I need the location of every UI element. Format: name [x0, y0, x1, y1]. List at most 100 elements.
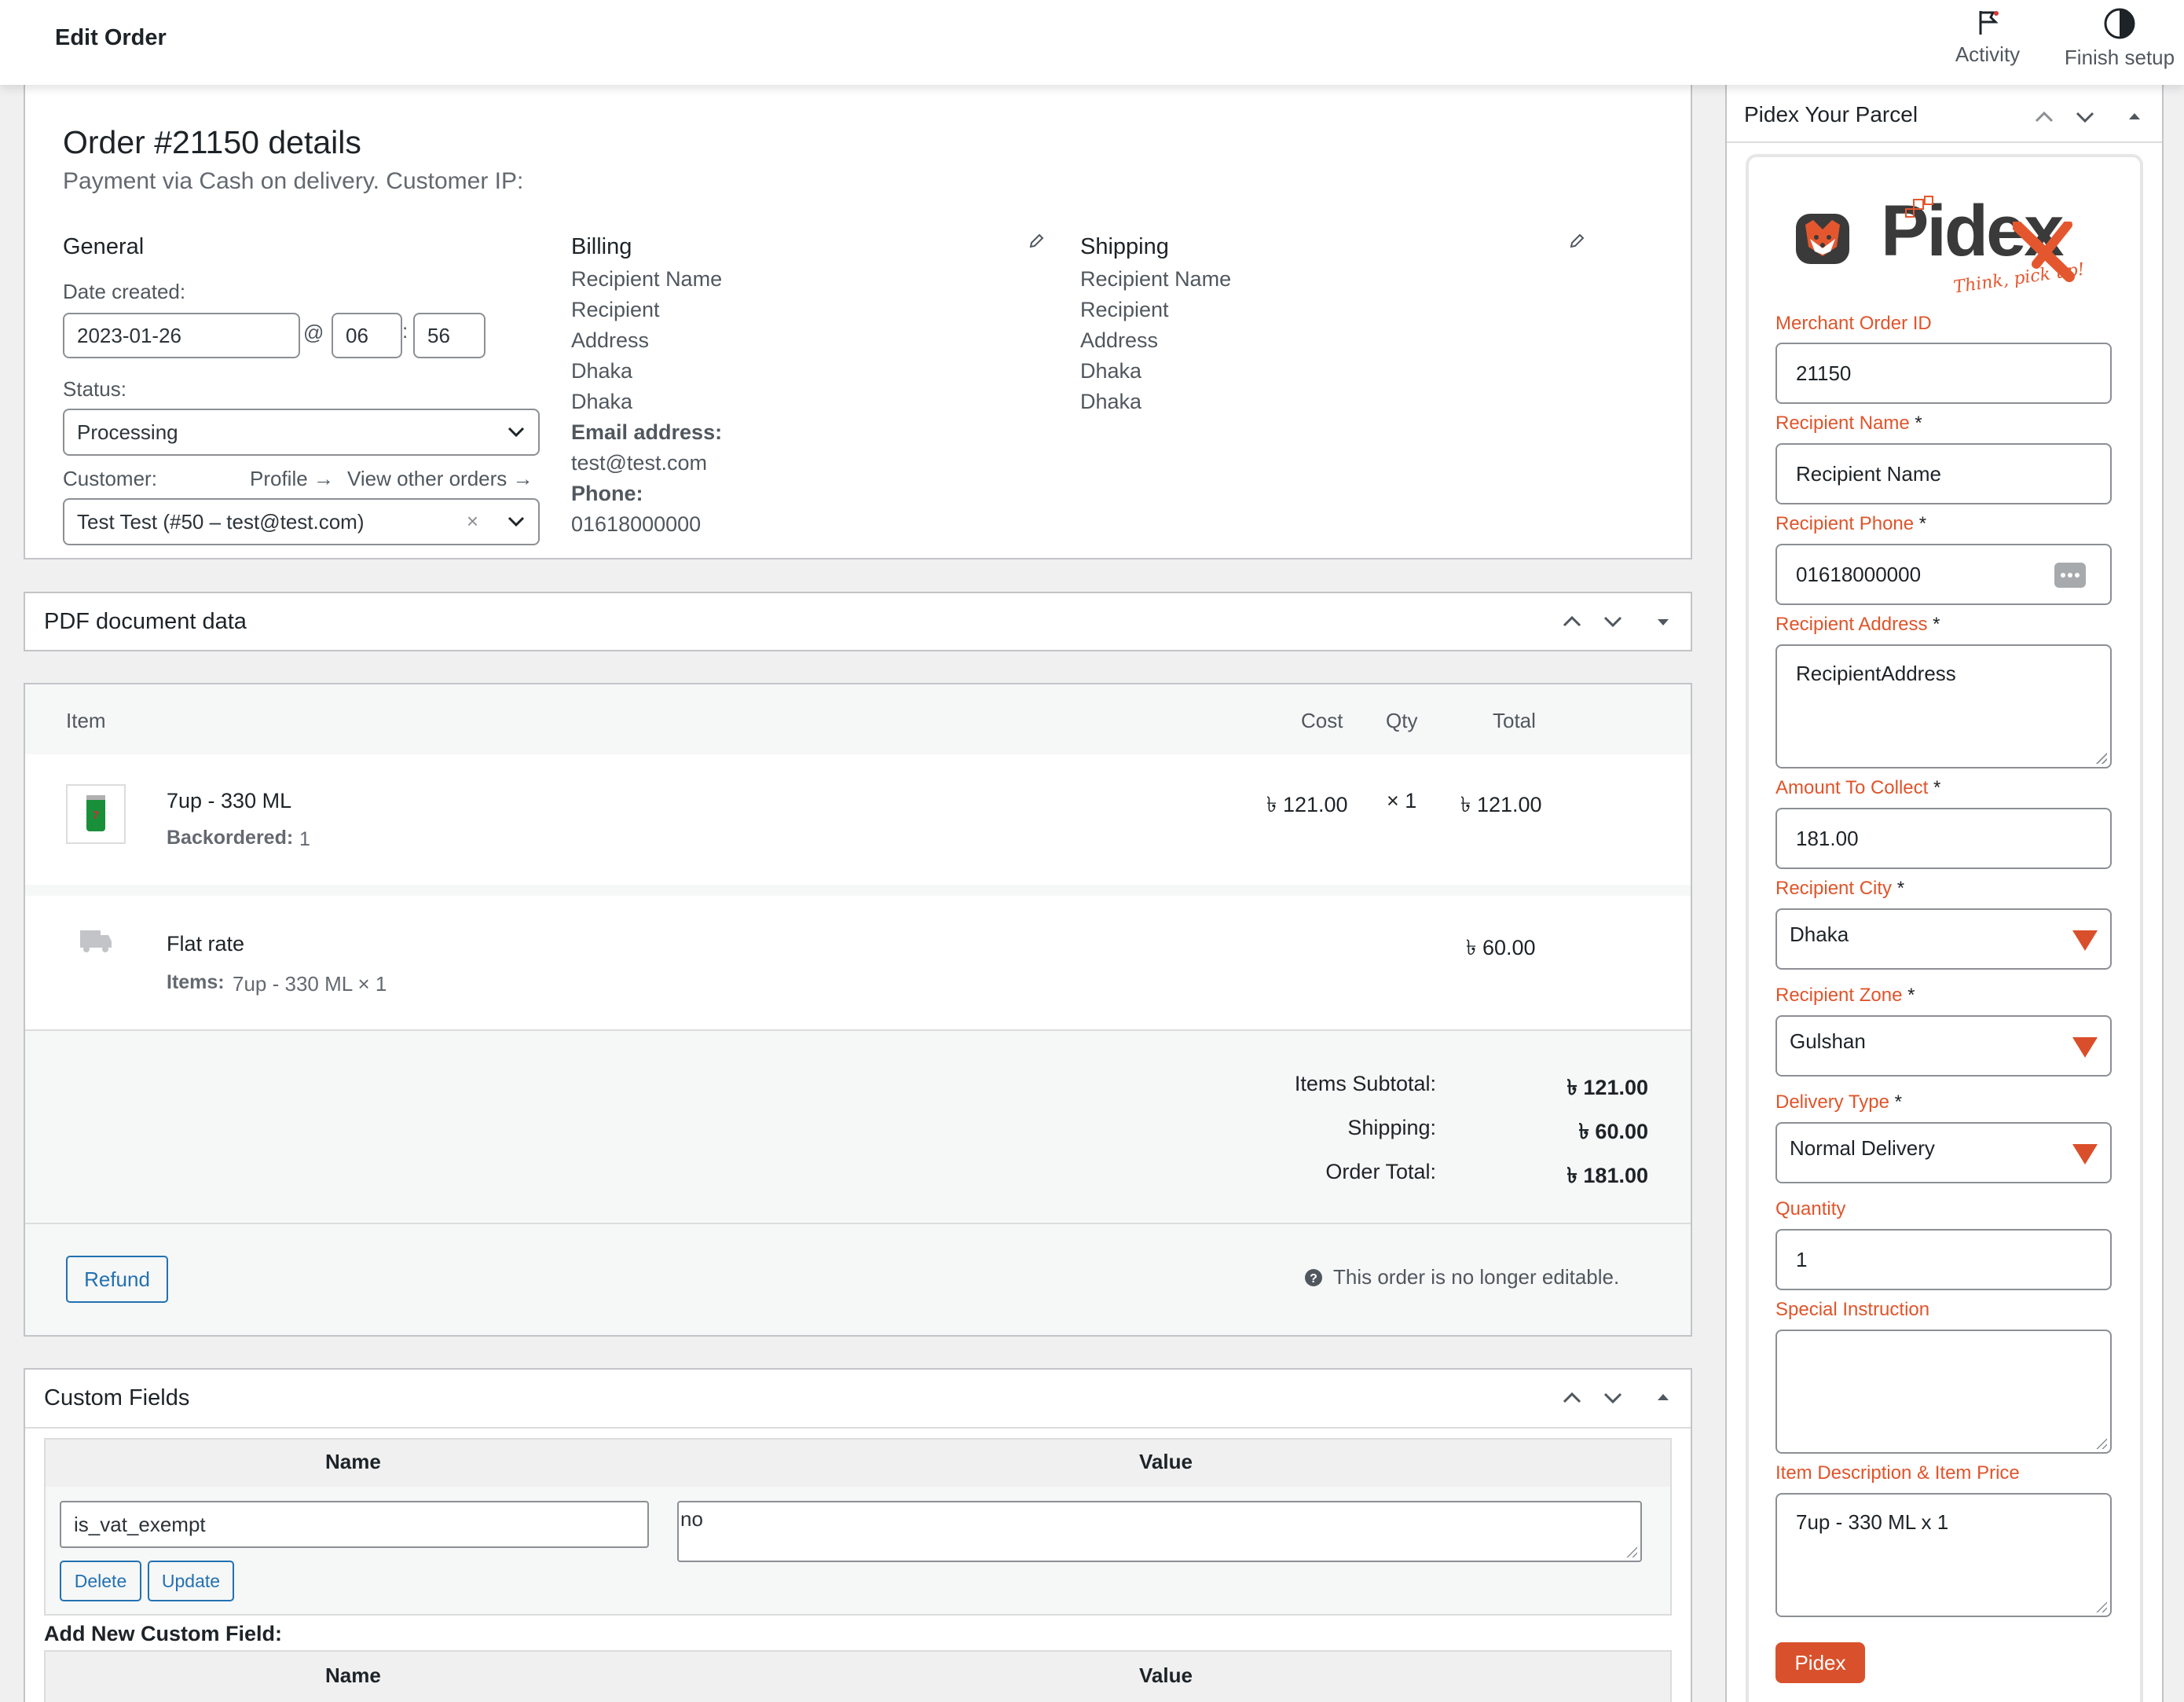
- recipient-phone-input[interactable]: 01618000000: [1775, 544, 2112, 605]
- status-value: Processing: [77, 420, 178, 444]
- logo-squares-icon: [1905, 196, 1933, 218]
- recipient-phone-label: Recipient Phone *: [1775, 513, 1927, 534]
- finish-setup-button[interactable]: Finish setup: [2055, 6, 2184, 70]
- backordered-label: Backordered:: [167, 827, 294, 849]
- clear-customer-button[interactable]: ×: [467, 509, 478, 534]
- pdf-document-panel[interactable]: [24, 592, 1692, 651]
- product-thumbnail[interactable]: 7: [66, 784, 126, 844]
- pidex-panel-title: Pidex Your Parcel: [1744, 102, 1918, 127]
- shipping-total-value: ৳ 60.00: [1578, 1120, 1648, 1143]
- toggle-panel-triangle-icon[interactable]: [1650, 608, 1676, 635]
- special-instruction-textarea[interactable]: [1775, 1330, 2112, 1454]
- move-up-chevron-icon[interactable]: [2031, 104, 2058, 130]
- custom-field-value-textarea[interactable]: no: [677, 1501, 1642, 1562]
- soda-can-icon: 7: [86, 795, 105, 831]
- amount-to-collect-label: Amount To Collect *: [1775, 777, 1941, 798]
- move-up-chevron-icon[interactable]: [1559, 608, 1585, 635]
- chevron-down-icon: [508, 427, 525, 438]
- shipping-line: Dhaka: [1080, 359, 1142, 383]
- billing-email-label: Email address:: [571, 420, 723, 444]
- resize-handle[interactable]: [1626, 1546, 1637, 1557]
- item-description-textarea[interactable]: 7up - 330 ML x 1: [1775, 1493, 2112, 1617]
- custom-field-value: no: [680, 1507, 703, 1531]
- toggle-panel-triangle-icon[interactable]: [1650, 1385, 1676, 1411]
- move-down-chevron-icon[interactable]: [2072, 104, 2098, 130]
- resize-handle[interactable]: [2096, 1438, 2107, 1449]
- billing-phone-label: Phone:: [571, 482, 643, 505]
- items-header-total: Total: [1493, 709, 1536, 732]
- new-custom-field-table-header: [44, 1650, 1672, 1702]
- divider: [1727, 141, 2162, 143]
- add-new-custom-field-label: Add New Custom Field:: [44, 1622, 282, 1645]
- shipping-method-name: Flat rate: [167, 932, 245, 956]
- items-header-item: Item: [66, 709, 106, 732]
- date-label: Date created:: [63, 280, 186, 303]
- dropdown-triangle-icon: [2072, 930, 2098, 951]
- svg-text:?: ?: [1310, 1272, 1317, 1286]
- delivery-type-select[interactable]: Normal Delivery: [1775, 1122, 2112, 1183]
- time-colon: :: [402, 319, 409, 343]
- line-item-name[interactable]: 7up - 330 ML: [167, 789, 291, 813]
- recipient-zone-select[interactable]: Gulshan: [1775, 1015, 2112, 1077]
- customer-value: Test Test (#50 – test@test.com): [77, 509, 365, 534]
- move-down-chevron-icon[interactable]: [1600, 1385, 1626, 1411]
- billing-line: Recipient: [571, 298, 660, 321]
- customer-label: Customer:: [63, 467, 157, 490]
- dropdown-triangle-icon: [2072, 1144, 2098, 1165]
- custom-fields-table-header: [46, 1440, 1670, 1487]
- recipient-city-select[interactable]: Dhaka: [1775, 908, 2112, 970]
- profile-link[interactable]: Profile →: [250, 467, 334, 491]
- delivery-type-label: Delivery Type *: [1775, 1091, 1902, 1113]
- value-column-header: Value: [1139, 1450, 1193, 1473]
- refund-button[interactable]: Refund: [66, 1256, 168, 1303]
- customer-select[interactable]: Test Test (#50 – test@test.com) ×: [63, 498, 540, 545]
- subtotal-label: Items Subtotal:: [1294, 1072, 1436, 1095]
- date-input[interactable]: 2023-01-26: [63, 313, 300, 358]
- resize-handle[interactable]: [2096, 753, 2107, 764]
- shipping-line-total: ৳ 60.00: [1466, 936, 1536, 959]
- special-instruction-label: Special Instruction: [1775, 1299, 1930, 1320]
- move-up-chevron-icon[interactable]: [1559, 1385, 1585, 1411]
- minute-input[interactable]: 56: [413, 313, 486, 358]
- amount-to-collect-input[interactable]: 181.00: [1775, 808, 2112, 869]
- recipient-address-textarea[interactable]: RecipientAddress: [1775, 644, 2112, 768]
- custom-field-name-input[interactable]: is_vat_exempt: [60, 1501, 649, 1548]
- line-item-row: [25, 754, 1691, 885]
- at-sign: @: [303, 321, 324, 344]
- activity-button[interactable]: Activity: [1940, 6, 2035, 67]
- status-select[interactable]: Processing: [63, 409, 540, 456]
- move-down-chevron-icon[interactable]: [1600, 608, 1626, 635]
- help-icon: ?: [1305, 1269, 1322, 1286]
- delivery-type-value: Normal Delivery: [1790, 1136, 1935, 1160]
- resize-handle[interactable]: [2096, 1601, 2107, 1612]
- custom-fields-title: Custom Fields: [44, 1385, 190, 1410]
- toggle-panel-triangle-icon[interactable]: [2121, 104, 2148, 130]
- line-item-total: ৳ 121.00: [1460, 793, 1542, 816]
- shipping-line-row: [25, 896, 1691, 1029]
- new-name-column-header: Name: [325, 1663, 381, 1687]
- pidex-submit-button[interactable]: Pidex: [1775, 1642, 1865, 1683]
- recipient-name-input[interactable]: Recipient Name: [1775, 443, 2112, 504]
- dropdown-triangle-icon: [2072, 1037, 2098, 1058]
- flag-icon: [1979, 11, 1999, 35]
- edit-billing-pencil-icon[interactable]: [1028, 233, 1045, 250]
- billing-phone[interactable]: 01618000000: [571, 512, 701, 537]
- view-other-orders-link[interactable]: View other orders →: [347, 467, 533, 491]
- update-button[interactable]: Update: [148, 1561, 234, 1601]
- line-item-qty: × 1: [1387, 789, 1417, 812]
- fox-mascot-icon: [1796, 214, 1849, 264]
- shipping-line: Address: [1080, 328, 1159, 352]
- delete-button[interactable]: Delete: [60, 1561, 141, 1601]
- edit-shipping-pencil-icon[interactable]: [1568, 233, 1585, 250]
- general-title: General: [63, 234, 145, 259]
- hour-input[interactable]: 06: [332, 313, 402, 358]
- backordered-value: 1: [299, 828, 310, 850]
- billing-line: Dhaka: [571, 390, 633, 413]
- billing-email[interactable]: test@test.com: [571, 451, 707, 475]
- autofill-dots-icon[interactable]: [2054, 561, 2087, 589]
- item-description-label: Item Description & Item Price: [1775, 1462, 2020, 1484]
- quantity-input[interactable]: 1: [1775, 1229, 2112, 1290]
- merchant-order-id-input[interactable]: 21150: [1775, 343, 2112, 404]
- page-title: Edit Order: [55, 25, 167, 50]
- chevron-down-icon: [508, 516, 525, 527]
